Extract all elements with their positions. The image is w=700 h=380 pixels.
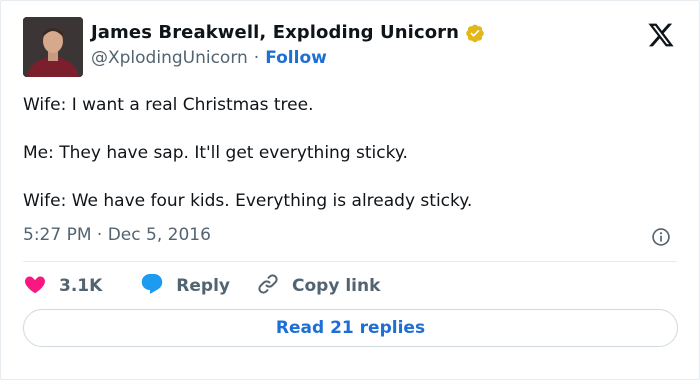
heart-icon bbox=[23, 272, 47, 301]
tweet-timestamp[interactable]: 5:27 PM · Dec 5, 2016 bbox=[23, 225, 211, 245]
reply-button[interactable]: Reply bbox=[140, 272, 230, 301]
tweet-card: James Breakwell, Exploding Unicorn @Xplo… bbox=[0, 0, 700, 380]
follow-link[interactable]: Follow bbox=[265, 48, 327, 68]
speech-bubble-icon bbox=[140, 272, 164, 301]
like-button[interactable]: 3.1K bbox=[23, 272, 102, 301]
like-count: 3.1K bbox=[59, 276, 103, 296]
copy-link-button[interactable]: Copy link bbox=[256, 272, 380, 301]
copy-link-label: Copy link bbox=[292, 276, 381, 296]
tweet-line: Wife: We have four kids. Everything is a… bbox=[23, 191, 473, 211]
reply-label: Reply bbox=[176, 276, 230, 296]
read-replies-button[interactable]: Read 21 replies bbox=[23, 309, 678, 347]
author-name-row: James Breakwell, Exploding Unicorn bbox=[91, 22, 485, 43]
tweet-line: Wife: I want a real Christmas tree. bbox=[23, 95, 314, 115]
verified-badge-icon bbox=[465, 23, 485, 43]
author-display-name[interactable]: James Breakwell, Exploding Unicorn bbox=[91, 22, 459, 43]
divider bbox=[23, 261, 677, 262]
action-row: 3.1K Reply Copy link bbox=[23, 271, 380, 301]
author-handle-row: @XplodingUnicorn · Follow bbox=[91, 48, 327, 68]
separator-dot: · bbox=[253, 48, 260, 68]
x-logo-icon[interactable] bbox=[647, 21, 675, 49]
avatar[interactable] bbox=[23, 17, 83, 77]
tweet-text: Wife: I want a real Christmas tree. Me: … bbox=[23, 93, 663, 237]
tweet-line: Me: They have sap. It'll get everything … bbox=[23, 143, 408, 163]
author-handle[interactable]: @XplodingUnicorn bbox=[91, 48, 248, 68]
info-icon[interactable] bbox=[651, 227, 671, 247]
link-icon bbox=[256, 272, 280, 301]
